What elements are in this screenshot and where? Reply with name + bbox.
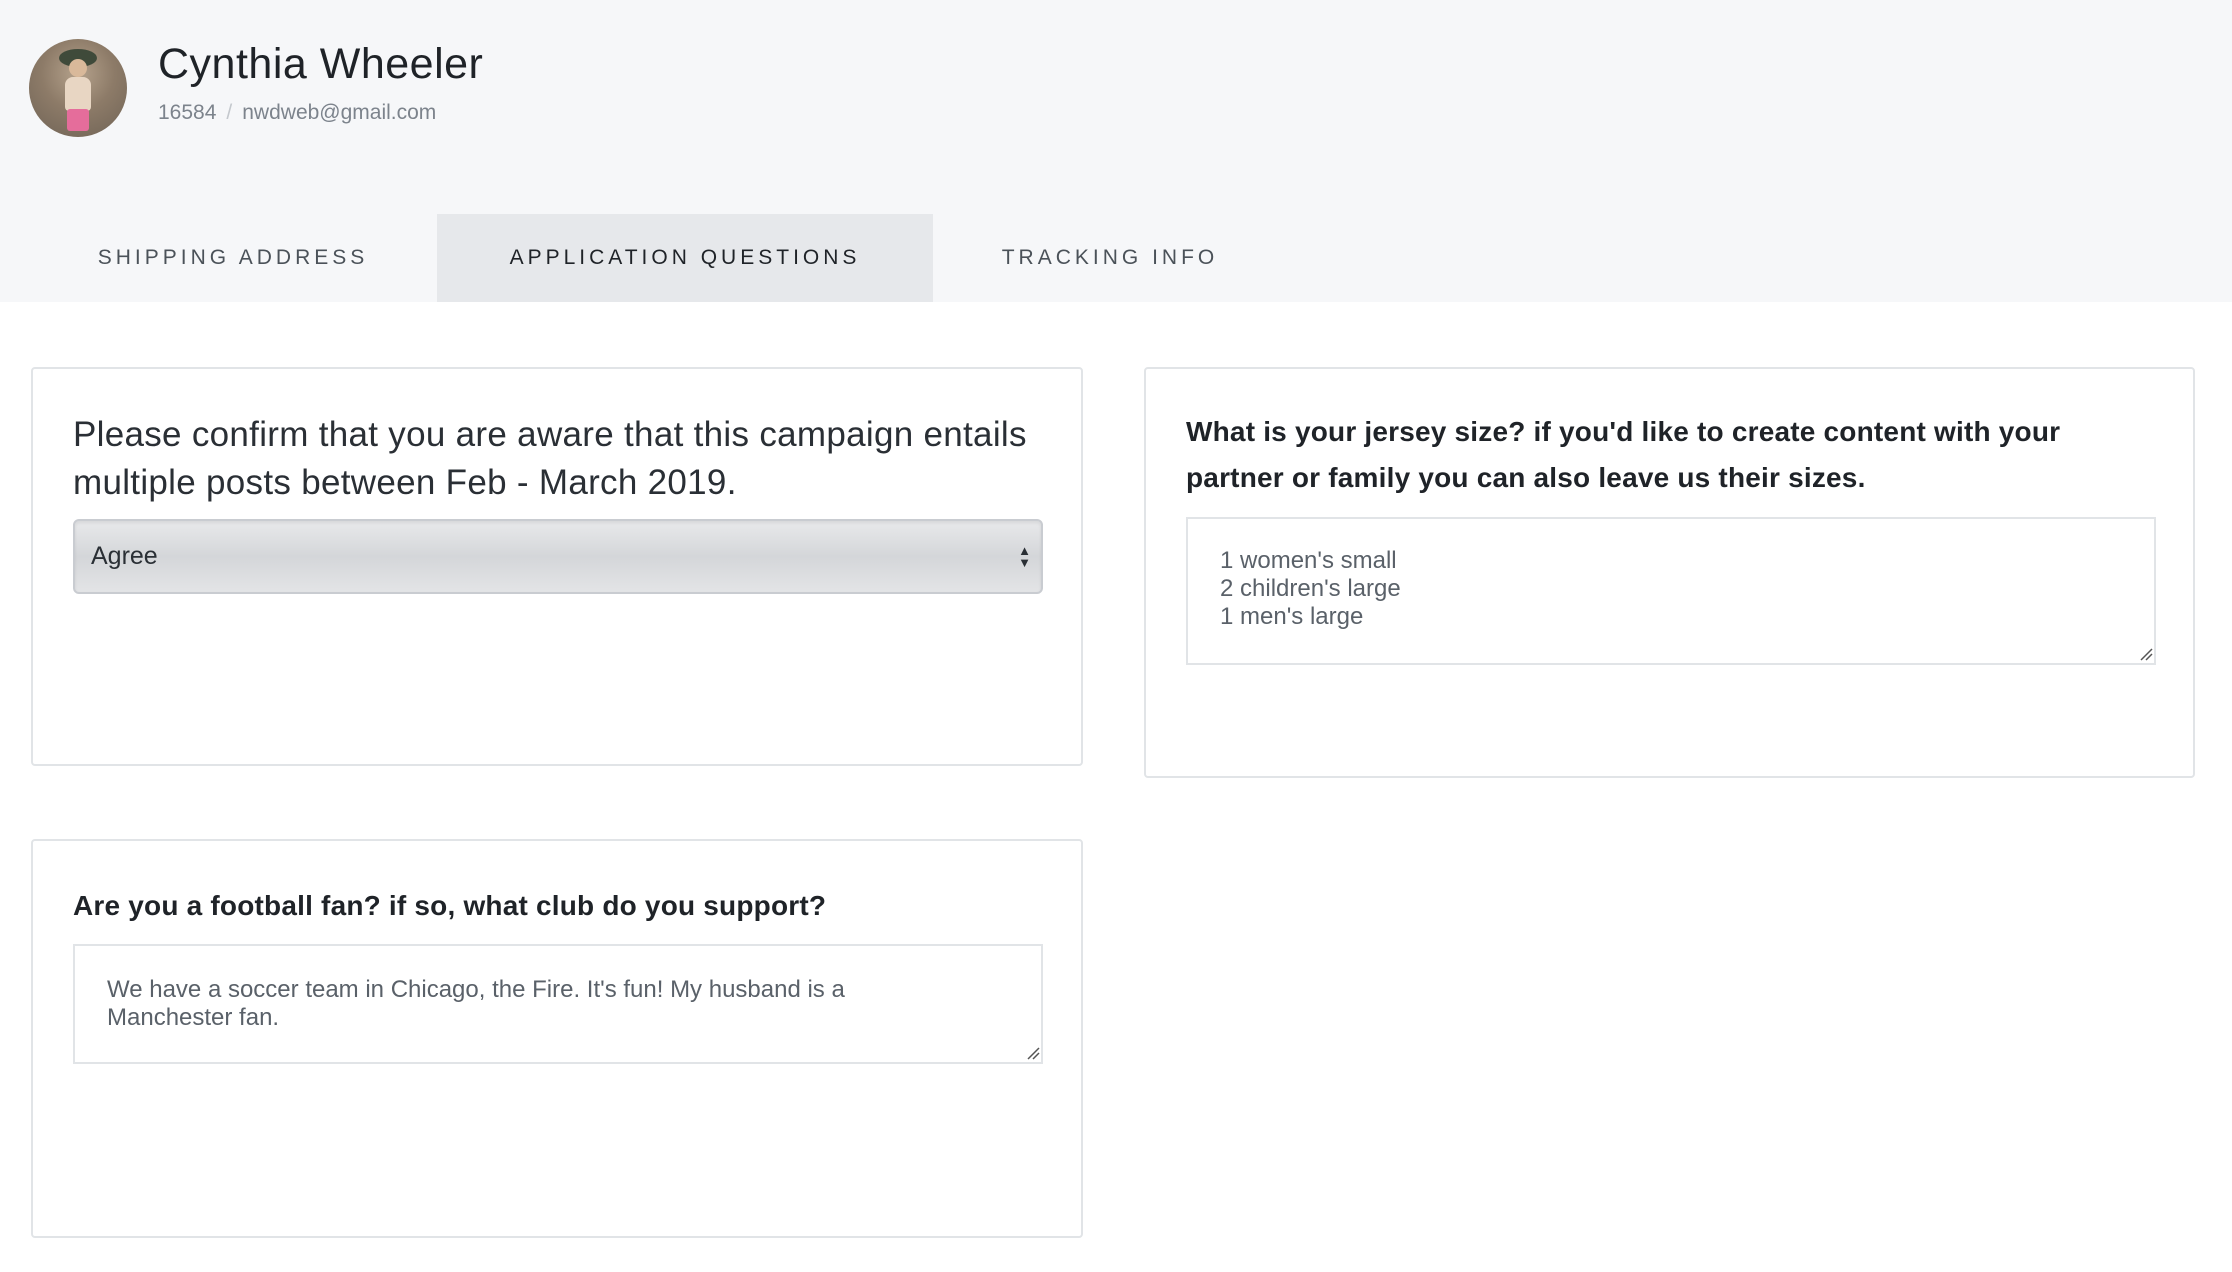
avatar-body — [65, 77, 91, 111]
campaign-agree-select[interactable]: Agree ▲ ▼ — [73, 519, 1043, 594]
jersey-question: What is your jersey size? if you'd like … — [1186, 416, 2061, 493]
avatar-head — [69, 59, 87, 77]
jersey-answer-textarea[interactable]: 1 women's small 2 children's large 1 men… — [1186, 517, 2156, 665]
tab-application-questions[interactable]: APPLICATION QUESTIONS — [437, 214, 933, 302]
question-card-jersey: What is your jersey size? if you'd like … — [1144, 367, 2195, 778]
tab-bar: SHIPPING ADDRESS APPLICATION QUESTIONS T… — [0, 214, 2232, 302]
meta-separator: / — [226, 101, 233, 124]
football-question: Are you a football fan? if so, what club… — [73, 890, 827, 921]
tab-shipping-address[interactable]: SHIPPING ADDRESS — [50, 214, 416, 302]
user-meta: 16584 / nwdweb@gmail.com — [158, 101, 436, 125]
user-name: Cynthia Wheeler — [158, 40, 484, 88]
question-card-campaign: Please confirm that you are aware that t… — [31, 367, 1083, 766]
profile-header: Cynthia Wheeler 16584 / nwdweb@gmail.com S… — [0, 0, 2232, 302]
question-card-football: Are you a football fan? if so, what club… — [31, 839, 1083, 1238]
avatar — [29, 39, 127, 137]
user-email: nwdweb@gmail.com — [242, 101, 437, 124]
user-id: 16584 — [158, 101, 217, 124]
tab-tracking-info[interactable]: TRACKING INFO — [953, 214, 1267, 302]
resize-grip-icon[interactable] — [2139, 647, 2153, 661]
select-arrows-icon: ▲ ▼ — [1018, 543, 1031, 570]
select-value: Agree — [91, 542, 158, 570]
avatar-legs — [67, 109, 89, 131]
resize-grip-icon[interactable] — [1026, 1046, 1040, 1060]
campaign-question: Please confirm that you are aware that t… — [73, 415, 1027, 502]
football-answer-textarea[interactable]: We have a soccer team in Chicago, the Fi… — [73, 944, 1043, 1064]
